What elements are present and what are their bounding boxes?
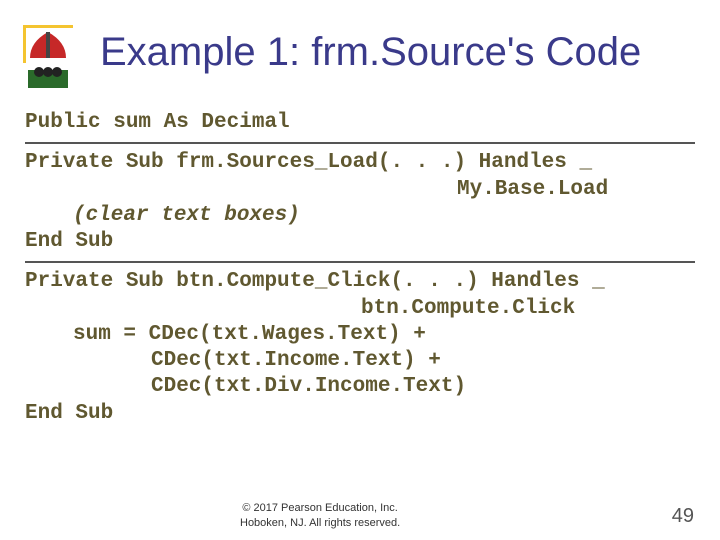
divider: [25, 142, 695, 144]
code-line: My.Base.Load: [25, 177, 695, 203]
code-line: Private Sub btn.Compute_Click(. . .) Han…: [25, 269, 695, 295]
code-block: Public sum As Decimal Private Sub frm.So…: [25, 110, 695, 427]
code-line: End Sub: [25, 401, 695, 427]
code-line: Public sum As Decimal: [25, 110, 695, 136]
page-number: 49: [672, 505, 694, 528]
slide-title: Example 1: frm.Source's Code: [100, 30, 641, 75]
footer-line-1: © 2017 Pearson Education, Inc.: [240, 501, 400, 515]
copyright-footer: © 2017 Pearson Education, Inc. Hoboken, …: [240, 501, 400, 530]
code-line: CDec(txt.Div.Income.Text): [25, 374, 695, 400]
code-line: Private Sub frm.Sources_Load(. . .) Hand…: [25, 150, 695, 176]
code-line: sum = CDec(txt.Wages.Text) +: [25, 322, 695, 348]
code-line: End Sub: [25, 229, 695, 255]
logo-icon: [18, 20, 78, 90]
divider: [25, 261, 695, 263]
code-line: (clear text boxes): [25, 203, 695, 229]
code-line: CDec(txt.Income.Text) +: [25, 348, 695, 374]
footer-line-2: Hoboken, NJ. All rights reserved.: [240, 516, 400, 530]
code-line: btn.Compute.Click: [25, 296, 695, 322]
